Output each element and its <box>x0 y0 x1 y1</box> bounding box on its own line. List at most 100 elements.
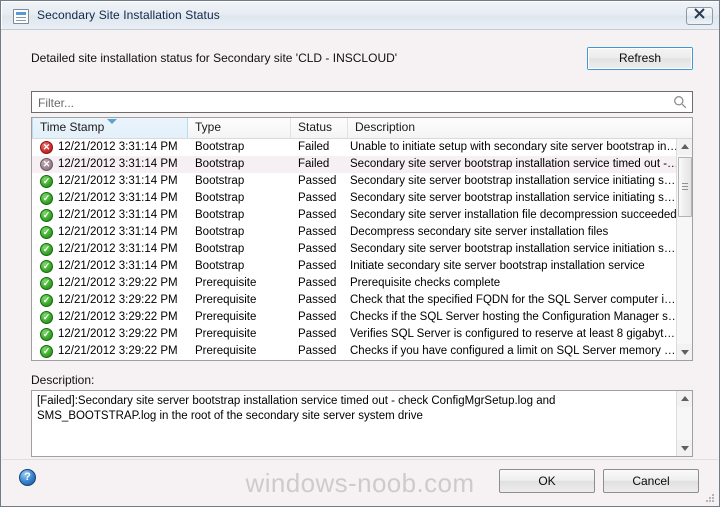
search-input[interactable] <box>36 95 660 111</box>
cell-type: Bootstrap <box>195 243 245 255</box>
check-glyph: ✓ <box>42 227 51 237</box>
success-icon: ✓ <box>40 328 53 341</box>
cell-status: Passed <box>298 328 337 340</box>
check-glyph: ✓ <box>42 312 51 322</box>
cell-time-stamp: 12/21/2012 3:31:14 PM <box>58 209 178 221</box>
search-icon[interactable] <box>673 95 687 109</box>
cell-description: Secondary site server bootstrap installa… <box>350 175 677 187</box>
description-text: [Failed]:Secondary site server bootstrap… <box>37 395 556 422</box>
cell-description: Check that the specified FQDN for the SQ… <box>350 294 677 306</box>
help-icon[interactable]: ? <box>19 469 36 486</box>
refresh-button[interactable]: Refresh <box>587 47 693 70</box>
check-glyph: ✓ <box>42 176 51 186</box>
check-glyph: ✓ <box>42 329 51 339</box>
description-panel[interactable]: [Failed]:Secondary site server bootstrap… <box>31 390 693 457</box>
cell-type: Bootstrap <box>195 192 245 204</box>
success-icon: ✓ <box>40 192 53 205</box>
cross-glyph: ✕ <box>42 159 51 169</box>
cell-time-stamp: 12/21/2012 3:31:14 PM <box>58 243 178 255</box>
table-row[interactable]: ✕ 12/21/2012 3:31:14 PM Bootstrap Failed Una… <box>32 139 677 156</box>
scrollbar-grip-icon <box>682 183 688 184</box>
column-header-status-label: Status <box>298 120 333 134</box>
cell-status: Failed <box>298 158 330 170</box>
cell-type: Prerequisite <box>195 277 257 289</box>
cell-status: Passed <box>298 345 337 357</box>
cell-time-stamp: 12/21/2012 3:31:14 PM <box>58 175 178 187</box>
close-icon <box>687 8 712 24</box>
table-row[interactable]: ✓ 12/21/2012 3:31:14 PM Bootstrap Passed Ini… <box>32 258 677 275</box>
cancel-button[interactable]: Cancel <box>603 469 699 493</box>
table-row[interactable]: ✓ 12/21/2012 3:29:22 PM Prerequisite Passed… <box>32 309 677 326</box>
cell-status: Passed <box>298 277 337 289</box>
column-header-description-label: Description <box>355 120 416 134</box>
close-button[interactable] <box>686 7 713 25</box>
table-body: ✕ 12/21/2012 3:31:14 PM Bootstrap Failed Una… <box>32 139 677 360</box>
cell-status: Passed <box>298 311 337 323</box>
table-row[interactable]: ✓ 12/21/2012 3:29:22 PM Prerequisite Passed… <box>32 275 677 292</box>
success-icon: ✓ <box>40 243 53 256</box>
cell-time-stamp: 12/21/2012 3:31:14 PM <box>58 158 178 170</box>
column-header-type[interactable]: Type <box>188 118 291 138</box>
cell-type: Bootstrap <box>195 175 245 187</box>
cell-description: Secondary site server bootstrap installa… <box>350 243 677 255</box>
table-row[interactable]: ✓ 12/21/2012 3:31:14 PM Bootstrap Passed Dec… <box>32 224 677 241</box>
help-glyph: ? <box>24 471 31 483</box>
cell-description: Checks if the SQL Server hosting the Con… <box>350 311 677 323</box>
status-table: Time Stamp Type Status Description ✕ 12/2… <box>31 117 693 361</box>
cell-status: Passed <box>298 243 337 255</box>
table-vertical-scrollbar[interactable] <box>676 139 692 360</box>
table-row[interactable]: ✕ 12/21/2012 3:31:14 PM Bootstrap Failed Sec… <box>32 156 677 173</box>
ok-button[interactable]: OK <box>499 469 595 493</box>
table-row[interactable]: ✓ 12/21/2012 3:31:14 PM Bootstrap Passed Sec… <box>32 241 677 258</box>
table-row[interactable]: ✓ 12/21/2012 3:29:22 PM Prerequisite Passed… <box>32 343 677 360</box>
refresh-button-label: Refresh <box>588 48 692 69</box>
table-row[interactable]: ✓ 12/21/2012 3:29:22 PM Prerequisite Passed… <box>32 292 677 309</box>
table-row[interactable]: ✓ 12/21/2012 3:29:22 PM Prerequisite Passed… <box>32 326 677 343</box>
cell-type: Prerequisite <box>195 328 257 340</box>
cell-status: Failed <box>298 141 330 153</box>
check-glyph: ✓ <box>42 295 51 305</box>
cell-time-stamp: 12/21/2012 3:29:22 PM <box>58 277 178 289</box>
cell-description: Checks if you have configured a limit on… <box>350 345 677 357</box>
scrollbar-thumb[interactable] <box>678 157 692 217</box>
chevron-down-icon <box>681 350 689 355</box>
cell-type: Bootstrap <box>195 158 245 170</box>
title-bar: Secondary Site Installation Status <box>1 1 719 30</box>
check-glyph: ✓ <box>42 346 51 356</box>
check-glyph: ✓ <box>42 244 51 254</box>
cell-status: Passed <box>298 226 337 238</box>
cell-time-stamp: 12/21/2012 3:31:14 PM <box>58 141 178 153</box>
window-title: Secondary Site Installation Status <box>37 8 220 22</box>
cell-type: Bootstrap <box>195 226 245 238</box>
description-vertical-scrollbar[interactable] <box>676 391 692 456</box>
chevron-down-icon <box>681 446 689 451</box>
cell-description: Secondary site server installation file … <box>350 209 677 221</box>
resize-grip[interactable] <box>703 491 715 503</box>
description-scroll-up-button[interactable] <box>677 391 692 407</box>
cell-description: Initiate secondary site server bootstrap… <box>350 260 645 272</box>
error-icon: ✕ <box>40 141 53 154</box>
cell-time-stamp: 12/21/2012 3:31:14 PM <box>58 260 178 272</box>
column-header-time-stamp[interactable]: Time Stamp <box>32 118 188 138</box>
table-row[interactable]: ✓ 12/21/2012 3:31:14 PM Bootstrap Passed Sec… <box>32 190 677 207</box>
table-row[interactable]: ✓ 12/21/2012 3:31:14 PM Bootstrap Passed Sec… <box>32 207 677 224</box>
report-window-icon <box>13 9 29 24</box>
cell-description: Decompress secondary site server install… <box>350 226 609 238</box>
chevron-up-icon <box>681 144 689 149</box>
success-icon: ✓ <box>40 226 53 239</box>
cell-description: Prerequisite checks complete <box>350 277 501 289</box>
cell-status: Passed <box>298 192 337 204</box>
table-row[interactable]: ✓ 12/21/2012 3:31:14 PM Bootstrap Passed Sec… <box>32 173 677 190</box>
scroll-down-button[interactable] <box>677 344 692 360</box>
column-header-type-label: Type <box>195 120 222 134</box>
table-header-row: Time Stamp Type Status Description <box>32 118 692 139</box>
cell-description: Secondary site server bootstrap installa… <box>350 192 677 204</box>
scroll-up-button[interactable] <box>677 139 692 155</box>
filter-box[interactable] <box>31 91 693 113</box>
column-header-time-stamp-label: Time Stamp <box>40 120 105 134</box>
column-header-description[interactable]: Description <box>348 118 677 138</box>
cell-type: Prerequisite <box>195 345 257 357</box>
cell-type: Bootstrap <box>195 260 245 272</box>
column-header-status[interactable]: Status <box>291 118 348 138</box>
description-scroll-down-button[interactable] <box>677 440 692 456</box>
